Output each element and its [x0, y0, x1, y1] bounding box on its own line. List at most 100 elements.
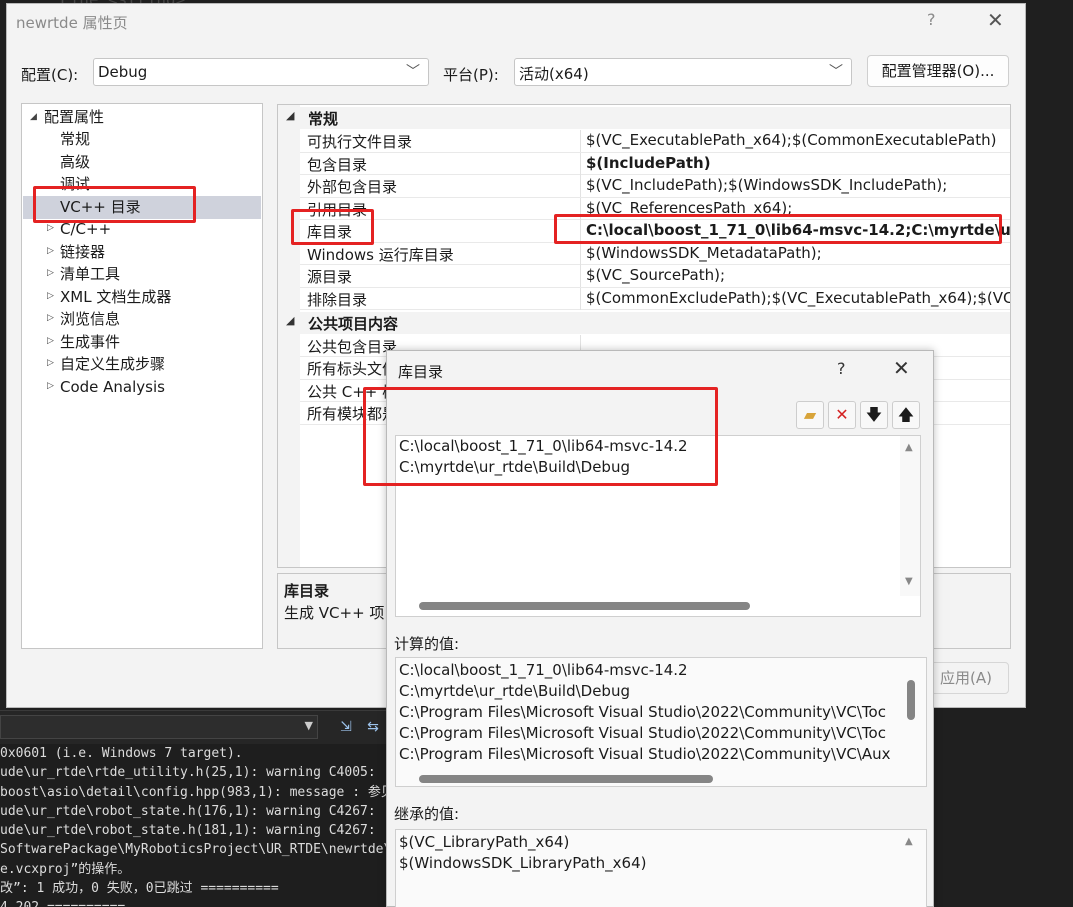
output-line: 4 202 ========== [0, 898, 388, 907]
grid-gutter [278, 105, 300, 567]
tree-item-manifest[interactable]: 清单工具 [60, 263, 120, 285]
list-item: C:\Program Files\Microsoft Visual Studio… [399, 703, 886, 721]
property-row[interactable]: 排除目录 $(CommonExcludePath);$(VC_Executable… [300, 287, 1011, 310]
output-line: e.vcxproj”的操作。 [0, 861, 131, 877]
wrap-icon[interactable]: ⇲ [335, 717, 357, 737]
collapsed-icon[interactable]: ▷ [47, 336, 54, 346]
chevron-down-icon: ﹀ [406, 64, 420, 80]
horizontal-scrollbar[interactable] [419, 775, 713, 783]
collapsed-icon[interactable]: ▷ [47, 358, 54, 368]
collapsed-icon[interactable]: ▷ [47, 268, 54, 278]
list-item: C:\Program Files\Microsoft Visual Studio… [399, 724, 886, 742]
category-general[interactable]: ◢ 常规 [278, 107, 1010, 129]
output-line: 0x0601 (i.e. Windows 7 target). [0, 746, 243, 761]
help-icon[interactable]: ? [837, 359, 846, 378]
config-label: 配置(C): [21, 66, 79, 84]
output-line: boost\asio\detail\config.hpp(983,1): mes… [0, 784, 388, 800]
tree-item-advanced[interactable]: 高级 [60, 151, 90, 173]
platform-label: 平台(P): [443, 66, 499, 84]
collapsed-icon[interactable]: ▷ [47, 246, 54, 256]
category-title: 公共项目内容 [308, 315, 399, 333]
apply-button[interactable]: 应用(A) [923, 662, 1009, 694]
tree-item-custom-build[interactable]: 自定义生成步骤 [60, 353, 165, 375]
description-text: 生成 VC++ 项目 [284, 604, 400, 622]
tree-root[interactable]: 配置属性 [44, 106, 104, 128]
list-item: C:\local\boost_1_71_0\lib64-msvc-14.2 [399, 661, 688, 679]
expanded-icon[interactable]: ◢ [286, 314, 294, 327]
config-value: Debug [98, 63, 148, 81]
annotation-box [363, 387, 718, 486]
property-name: 源目录 [307, 268, 353, 286]
tree-item-browse[interactable]: 浏览信息 [60, 308, 120, 330]
tree-item-linker[interactable]: 链接器 [60, 241, 105, 263]
output-line: ude\ur_rtde\robot_state.h(176,1): warnin… [0, 803, 376, 819]
move-up-icon[interactable]: 🡅 [892, 401, 920, 429]
expanded-icon[interactable]: ◢ [286, 109, 294, 122]
indent-icon[interactable]: ⇆ [362, 717, 384, 737]
tree-item-code-analysis[interactable]: Code Analysis [60, 376, 165, 398]
tree-item-build-events[interactable]: 生成事件 [60, 331, 120, 353]
property-value: $(WindowsSDK_MetadataPath); [586, 243, 822, 262]
help-icon[interactable]: ? [927, 10, 936, 29]
output-source-dropdown[interactable]: ▼ [0, 715, 318, 739]
platform-select[interactable]: 活动(x64) ﹀ [514, 58, 852, 86]
close-icon[interactable]: ✕ [893, 356, 910, 380]
scroll-down-icon[interactable]: ▼ [905, 576, 913, 587]
category-public[interactable]: ◢ 公共项目内容 [278, 312, 1010, 334]
scroll-up-icon[interactable]: ▲ [905, 442, 913, 453]
move-down-icon[interactable]: 🡇 [860, 401, 888, 429]
output-line: ude\ur_rtde\robot_state.h(181,1): warnin… [0, 823, 376, 839]
output-line: 改”: 1 成功，0 失败，0已跳过 ========== [0, 881, 279, 897]
scrollbar[interactable] [900, 658, 920, 768]
inherited-label: 继承的值: [394, 805, 460, 823]
annotation-box [554, 214, 1002, 244]
property-name: 可执行文件目录 [307, 133, 413, 151]
property-name: 所有标头文件 [307, 360, 398, 378]
collapsed-icon[interactable]: ▷ [47, 381, 54, 391]
horizontal-scrollbar[interactable] [419, 602, 750, 610]
property-name: 外部包含目录 [307, 178, 398, 196]
property-name: Windows 运行库目录 [307, 245, 454, 264]
property-name: 包含目录 [307, 155, 368, 174]
close-icon[interactable]: ✕ [987, 8, 1004, 32]
property-row[interactable]: 可执行文件目录 $(VC_ExecutablePath_x64);$(Common… [300, 130, 1010, 153]
collapsed-icon[interactable]: ▷ [47, 223, 54, 233]
delete-icon[interactable]: ✕ [828, 401, 856, 429]
scroll-thumb[interactable] [907, 680, 915, 720]
collapsed-icon[interactable]: ▷ [47, 313, 54, 323]
description-title: 库目录 [284, 582, 330, 600]
output-panel: 0x0601 (i.e. Windows 7 target). ude\ur_r… [0, 744, 388, 907]
chevron-down-icon: ﹀ [829, 64, 843, 80]
computed-list: C:\local\boost_1_71_0\lib64-msvc-14.2 C:… [395, 657, 927, 787]
annotation-box [33, 186, 196, 223]
list-item: $(WindowsSDK_LibraryPath_x64) [399, 854, 647, 872]
scrollbar[interactable]: ▲ ▼ [900, 436, 920, 596]
config-select[interactable]: Debug ﹀ [93, 58, 429, 86]
tree-item-xml-doc[interactable]: XML 文档生成器 [60, 286, 171, 308]
output-line: ude\ur_rtde\rtde_utility.h(25,1): warnin… [0, 765, 376, 781]
chevron-down-icon: ▼ [304, 719, 313, 732]
tree-item-general[interactable]: 常规 [60, 128, 90, 150]
expanded-icon[interactable]: ◢ [30, 112, 37, 122]
scroll-up-icon[interactable]: ▲ [905, 836, 913, 847]
property-row[interactable]: 源目录 $(VC_SourcePath); [300, 265, 1010, 288]
property-value: $(VC_SourcePath); [586, 266, 726, 284]
property-row[interactable]: 包含目录 $(IncludePath) [300, 152, 1010, 175]
property-row[interactable]: Windows 运行库目录 $(WindowsSDK_MetadataPath); [300, 242, 1010, 265]
property-tree: ◢ 配置属性 常规 高级 调试 VC++ 目录 ▷ C/C++ ▷ 链接器 ▷ … [21, 103, 263, 649]
property-value: $(VC_IncludePath);$(WindowsSDK_IncludePa… [586, 176, 948, 194]
inherited-list: $(VC_LibraryPath_x64) $(WindowsSDK_Libra… [395, 829, 927, 907]
list-item: C:\myrtde\ur_rtde\Build\Debug [399, 682, 630, 700]
sub-dialog-title: 库目录 [398, 363, 444, 381]
property-row[interactable]: 外部包含目录 $(VC_IncludePath);$(WindowsSDK_Inc… [300, 175, 1010, 198]
collapsed-icon[interactable]: ▷ [47, 291, 54, 301]
property-value: $(VC_ExecutablePath_x64);$(CommonExecuta… [586, 131, 997, 149]
list-item: $(VC_LibraryPath_x64) [399, 833, 570, 851]
property-name: 公共包含目录 [307, 337, 398, 356]
config-manager-button[interactable]: 配置管理器(O)... [867, 55, 1009, 87]
dialog-title: newrtde 属性页 [16, 14, 128, 32]
scrollbar[interactable]: ▲ [900, 830, 920, 907]
property-value: $(CommonExcludePath);$(VC_ExecutablePath… [586, 288, 1011, 307]
new-folder-icon[interactable]: ▰ [796, 401, 824, 429]
computed-label: 计算的值: [394, 635, 460, 653]
